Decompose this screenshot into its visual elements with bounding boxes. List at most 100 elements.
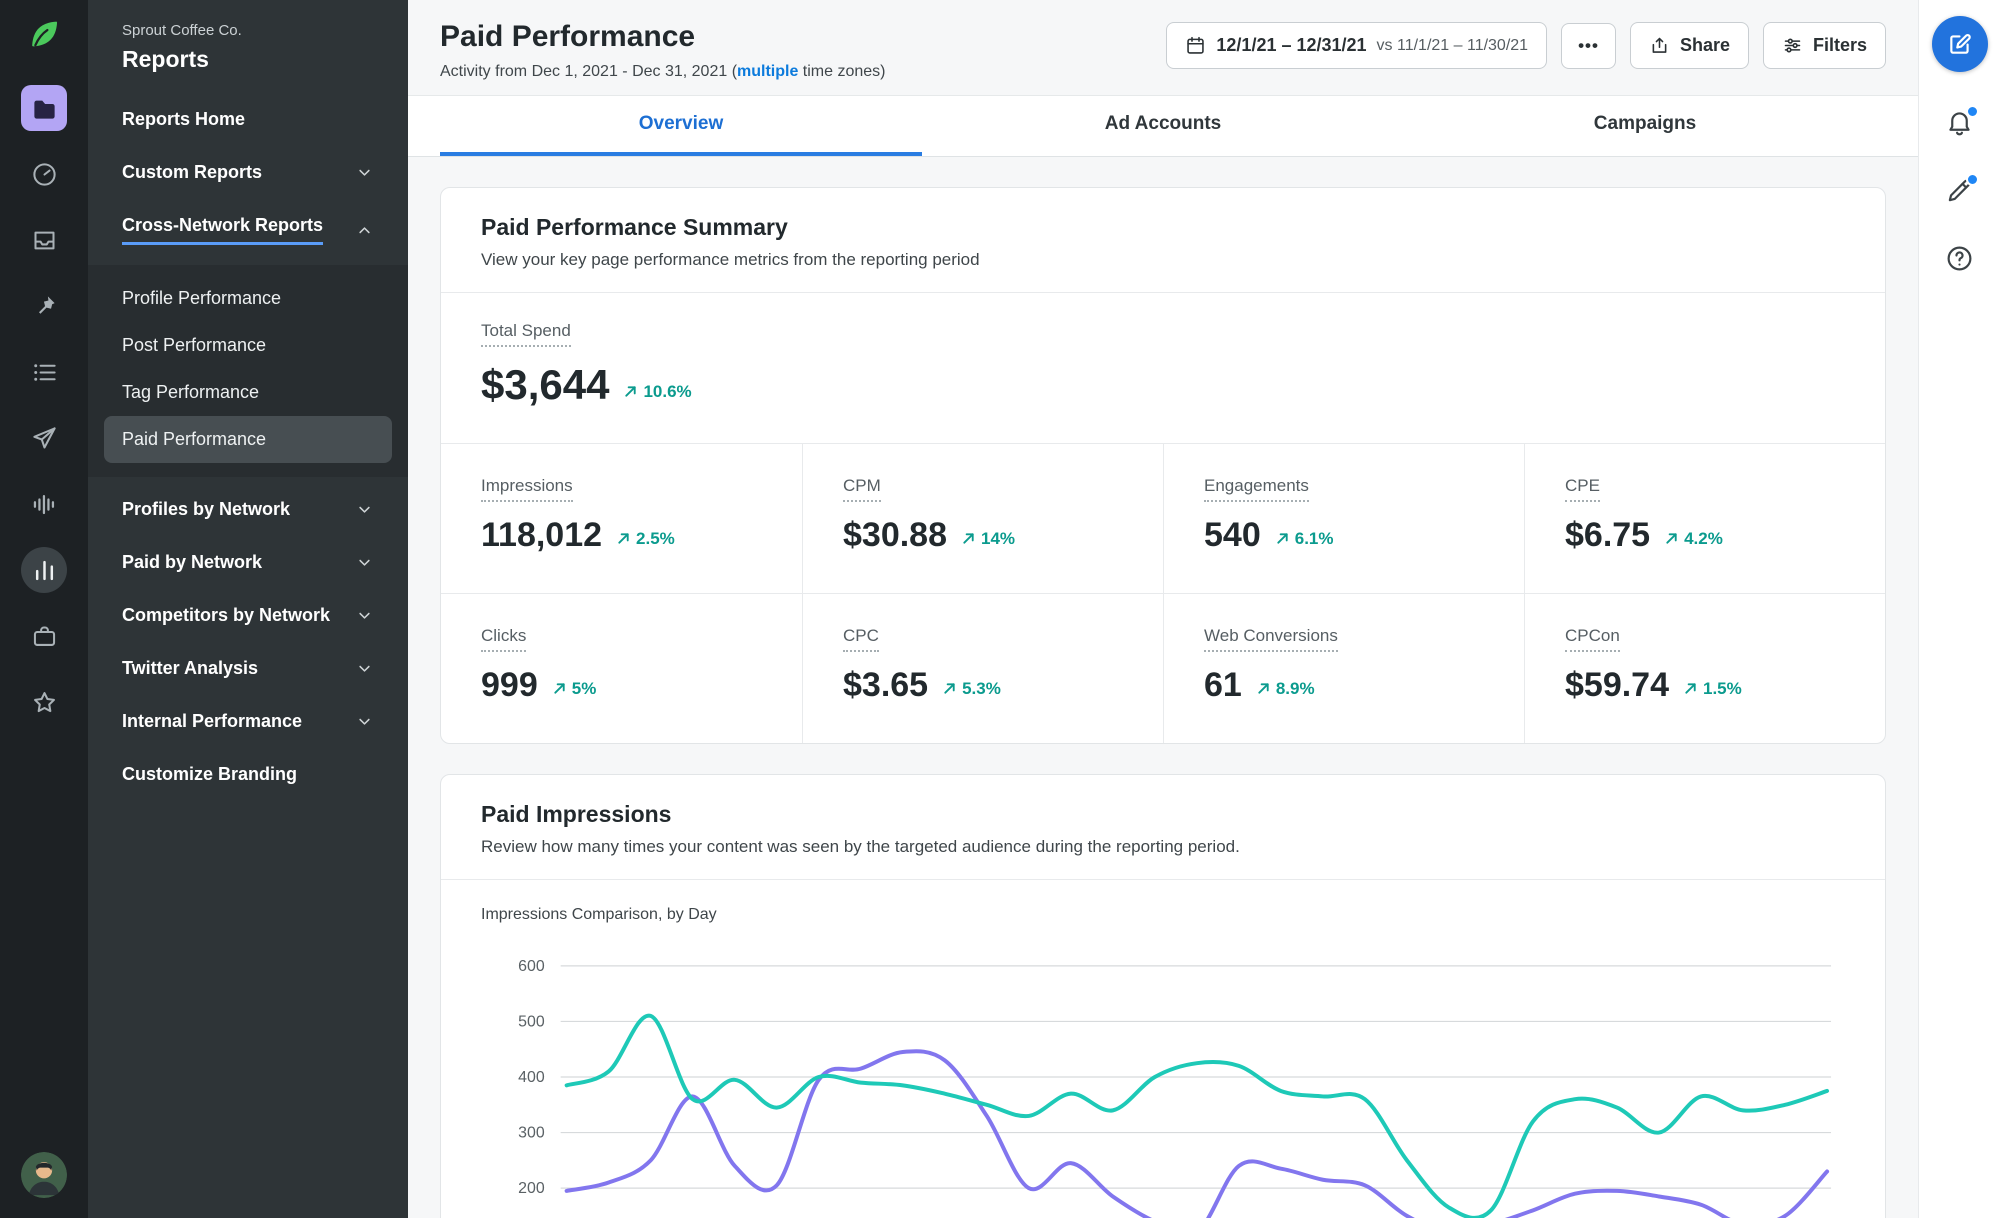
sidebar-item-twitter-analysis[interactable]: Twitter Analysis xyxy=(88,642,408,695)
metric-change: 8.9% xyxy=(1256,679,1315,699)
metric-label[interactable]: Impressions xyxy=(481,476,573,502)
tab-overview[interactable]: Overview xyxy=(440,96,922,156)
compose-button[interactable] xyxy=(1931,16,1988,72)
favorites-icon xyxy=(31,689,58,716)
metric-value: $3,644 xyxy=(481,361,610,408)
share-icon xyxy=(1649,35,1670,56)
sidebar-item-custom-reports[interactable]: Custom Reports xyxy=(88,146,408,199)
rail-reports-button[interactable] xyxy=(21,547,67,593)
impressions-card-header: Paid Impressions Review how many times y… xyxy=(441,775,1885,880)
metric-cpcon: CPCon $59.74 1.5% xyxy=(1524,593,1885,743)
metric-label[interactable]: Total Spend xyxy=(481,321,571,347)
date-compare-label: vs 11/1/21 – 11/30/21 xyxy=(1376,36,1529,54)
metric-cpc: CPC $3.65 5.3% xyxy=(802,593,1163,743)
help-button[interactable] xyxy=(1945,244,1974,278)
rail-advocacy-button[interactable] xyxy=(21,613,67,659)
trend-up-icon xyxy=(616,531,631,546)
sidebar-subitem-paid-performance[interactable]: Paid Performance xyxy=(104,416,392,463)
trend-up-icon xyxy=(552,681,567,696)
svg-text:400: 400 xyxy=(518,1069,545,1086)
report-content: Paid Performance Summary View your key p… xyxy=(408,157,1918,1218)
rail-feeds-button[interactable] xyxy=(21,349,67,395)
sidebar-item-internal-performance[interactable]: Internal Performance xyxy=(88,695,408,748)
metric-change: 5.3% xyxy=(942,679,1001,699)
sidebar-item-label: Cross-Network Reports xyxy=(122,215,324,245)
sidebar-item-profiles-by-network[interactable]: Profiles by Network xyxy=(88,483,408,536)
tab-ad-accounts[interactable]: Ad Accounts xyxy=(922,96,1404,156)
user-avatar[interactable] xyxy=(21,1152,67,1198)
notification-dot xyxy=(1966,173,1979,186)
listening-icon xyxy=(31,491,58,518)
notifications-button[interactable] xyxy=(1945,105,1979,142)
timezones-link[interactable]: multiple xyxy=(737,63,798,80)
metric-value: 61 xyxy=(1204,666,1242,704)
svg-text:600: 600 xyxy=(518,958,545,975)
rail-publishing-button[interactable] xyxy=(21,415,67,461)
svg-text:200: 200 xyxy=(518,1180,545,1197)
tab-campaigns[interactable]: Campaigns xyxy=(1404,96,1886,156)
page-header: Paid Performance Activity from Dec 1, 20… xyxy=(408,0,1918,95)
feedback-pencil-button[interactable] xyxy=(1945,173,1979,210)
metric-change: 6.1% xyxy=(1275,529,1333,549)
impressions-line-chart: 600 500 400 300 200 xyxy=(518,958,1832,1218)
sidebar-subitem-tag-performance[interactable]: Tag Performance xyxy=(104,369,392,416)
chart-label: Impressions Comparison, by Day xyxy=(481,906,717,923)
filters-button[interactable]: Filters xyxy=(1762,22,1886,69)
date-range-button[interactable]: 12/1/21 – 12/31/21 vs 11/1/21 – 11/30/21 xyxy=(1166,22,1548,69)
rail-dashboard-button[interactable] xyxy=(21,151,67,197)
rail-plan-folder-button[interactable] xyxy=(21,85,67,131)
metric-label[interactable]: CPM xyxy=(843,476,881,502)
sidebar-item-customize-branding[interactable]: Customize Branding xyxy=(88,748,408,801)
sidebar-item-competitors-by-network[interactable]: Competitors by Network xyxy=(88,589,408,642)
chevron-down-icon xyxy=(355,553,374,572)
sidebar-subitem-profile-performance[interactable]: Profile Performance xyxy=(104,275,392,322)
metric-label[interactable]: Web Conversions xyxy=(1204,626,1338,652)
activity-subtitle: Activity from Dec 1, 2021 - Dec 31, 2021… xyxy=(440,63,886,81)
sidebar-item-reports-home[interactable]: Reports Home xyxy=(88,93,408,146)
metric-value: 118,012 xyxy=(481,516,603,554)
sidebar-nav: Reports Home Custom Reports Cross-Network … xyxy=(88,93,408,801)
impressions-card-subtitle: Review how many times your content was s… xyxy=(481,837,1240,856)
impressions-chart-wrap: Impressions Comparison, by Day 600 500 400… xyxy=(441,880,1885,1218)
rail-favorites-button[interactable] xyxy=(21,679,67,725)
sidebar-item-label: Paid by Network xyxy=(122,552,263,572)
svg-text:300: 300 xyxy=(518,1125,545,1142)
more-options-button[interactable]: ••• xyxy=(1561,22,1616,69)
rail-inbox-button[interactable] xyxy=(21,217,67,263)
chevron-down-icon xyxy=(355,659,374,678)
metric-change: 1.5% xyxy=(1683,679,1742,699)
change-value: 1.5% xyxy=(1703,678,1742,698)
metric-web-conversions: Web Conversions 61 8.9% xyxy=(1163,593,1524,743)
trend-up-icon xyxy=(1683,681,1698,696)
share-button[interactable]: Share xyxy=(1629,22,1749,69)
change-value: 5.3% xyxy=(962,678,1001,698)
metric-label[interactable]: CPE xyxy=(1565,476,1600,502)
change-value: 5% xyxy=(571,678,597,698)
sprout-logo-icon[interactable] xyxy=(26,16,62,57)
sidebar-item-label: Reports Home xyxy=(122,109,246,129)
sidebar-item-label: Competitors by Network xyxy=(122,605,331,625)
sidebar-item-label: Custom Reports xyxy=(122,162,263,182)
company-name: Sprout Coffee Co. xyxy=(122,22,242,39)
summary-card-subtitle: View your key page performance metrics f… xyxy=(481,250,980,269)
calendar-icon xyxy=(1185,35,1206,56)
rail-listening-button[interactable] xyxy=(21,481,67,527)
metric-label[interactable]: CPCon xyxy=(1565,626,1620,652)
rail-pinned-button[interactable] xyxy=(21,283,67,329)
compose-icon xyxy=(1947,31,1973,57)
sidebar-subitem-post-performance[interactable]: Post Performance xyxy=(104,322,392,369)
trend-up-icon xyxy=(623,384,638,399)
chevron-down-icon xyxy=(355,163,374,182)
metric-label[interactable]: CPC xyxy=(843,626,879,652)
metric-label[interactable]: Clicks xyxy=(481,626,527,652)
metric-label[interactable]: Engagements xyxy=(1204,476,1309,502)
sidebar-item-cross-network-reports[interactable]: Cross-Network Reports xyxy=(88,199,408,261)
sidebar-item-paid-by-network[interactable]: Paid by Network xyxy=(88,536,408,589)
plan-folder-icon xyxy=(31,95,58,122)
inbox-icon xyxy=(31,227,58,254)
pinned-icon xyxy=(31,293,58,320)
sidebar: Sprout Coffee Co. Reports Reports Home Cu… xyxy=(88,0,408,1218)
dashboard-icon xyxy=(31,161,58,188)
chevron-down-icon xyxy=(355,712,374,731)
right-rail-icons xyxy=(1945,105,1979,278)
